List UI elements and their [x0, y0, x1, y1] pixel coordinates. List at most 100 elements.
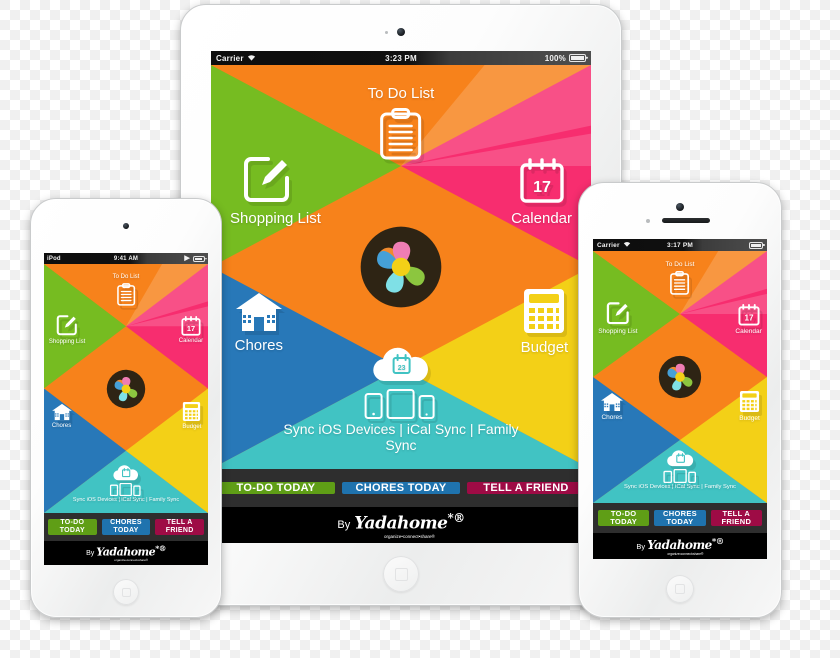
tile-shopping-list[interactable]: Shopping List: [598, 301, 638, 336]
yadahome-pinwheel-logo[interactable]: [658, 355, 702, 399]
status-carrier: Carrier: [597, 241, 620, 249]
iphone-device: Carrier 3:17 PM To Do List Shopping List…: [578, 182, 782, 618]
status-carrier: Carrier: [216, 53, 244, 63]
clipboard-icon: [670, 270, 690, 295]
svg-text:17: 17: [744, 314, 754, 323]
tile-calendar[interactable]: 17 Calendar: [511, 158, 572, 227]
clipboard-icon: [117, 282, 136, 306]
tile-label: Shopping List: [598, 328, 638, 336]
ipod-status-bar: iPod 9:41 AM ▶: [44, 253, 208, 264]
ipod-action-bar: TO-DO TODAY CHORES TODAY TELL A FRIEND: [44, 513, 208, 541]
tell-a-friend-button[interactable]: TELL A FRIEND: [155, 519, 205, 535]
chores-today-button[interactable]: CHORES TODAY: [342, 481, 460, 495]
todo-today-button[interactable]: TO-DO TODAY: [217, 481, 335, 495]
ipod-brand-footer: By Yadahome*® organize•connect•share®: [44, 541, 208, 565]
home-square-icon: [675, 584, 685, 594]
tile-to-do-list[interactable]: To Do List: [112, 273, 140, 306]
home-button[interactable]: [113, 579, 139, 605]
brand-logotype[interactable]: Yadahome*® organize•connect•share®: [96, 544, 166, 563]
calculator-icon: [522, 287, 566, 335]
yadahome-pinwheel-logo[interactable]: [106, 369, 146, 409]
battery-icon: [193, 255, 205, 262]
calendar-icon: 17: [519, 158, 565, 204]
tile-label: Chores: [601, 414, 623, 422]
cloud-sync-icon: 23: [370, 345, 432, 385]
clipboard-icon: [379, 108, 423, 160]
calculator-icon: [182, 401, 201, 422]
tile-chores[interactable]: Chores: [51, 403, 73, 430]
brand-word-text: Yadahome: [96, 545, 156, 559]
battery-icon: [569, 54, 586, 62]
house-icon: [600, 392, 624, 412]
brand-tagline: organize•connect•share®: [384, 533, 435, 539]
home-button[interactable]: [666, 575, 694, 603]
brand-word-text: Yadahome: [647, 538, 712, 552]
devices-icon: [364, 388, 438, 419]
tile-sync[interactable]: Sync iOS Devices | iCal Sync | Family Sy…: [64, 464, 189, 503]
home-square-icon: [394, 567, 408, 581]
front-camera-icon: [676, 203, 684, 211]
iphone-screen: Carrier 3:17 PM To Do List Shopping List…: [593, 239, 767, 559]
iphone-body: Carrier 3:17 PM To Do List Shopping List…: [578, 182, 782, 618]
brand-by-label: By: [636, 541, 646, 551]
tile-shopping-list[interactable]: Shopping List: [49, 314, 85, 346]
brand-by-label: By: [337, 519, 351, 531]
tile-label: Sync iOS Devices | iCal Sync | Family Sy…: [283, 420, 519, 453]
cloud-sync-icon: [112, 464, 140, 482]
iphone-action-bar: TO-DO TODAY CHORES TODAY TELL A FRIEND: [593, 503, 767, 533]
chores-today-button[interactable]: CHORES TODAY: [101, 519, 151, 535]
tile-budget[interactable]: Budget: [739, 390, 760, 422]
house-icon: [51, 403, 73, 421]
yadahome-pinwheel-logo[interactable]: [359, 225, 443, 309]
tell-a-friend-button[interactable]: TELL A FRIEND: [467, 481, 585, 495]
tile-label: Budget: [182, 423, 202, 430]
ipad-body: Carrier 3:23 PM 100% To Do List Shopping…: [180, 4, 622, 606]
brand-word-text: Yadahome: [354, 513, 448, 534]
tile-calendar[interactable]: 17 Calendar: [179, 316, 203, 345]
tile-sync[interactable]: Sync iOS Devices | iCal Sync | Family Sy…: [612, 449, 748, 491]
wifi-icon: [623, 241, 631, 249]
tile-label: Shopping List: [48, 338, 86, 345]
tile-label: To Do List: [112, 273, 140, 280]
brand-star: *®: [711, 536, 724, 546]
brand-star: *®: [447, 511, 465, 526]
ipad-action-bar: TO-DO TODAY CHORES TODAY TELL A FRIEND: [211, 469, 591, 507]
ipod-device: iPod 9:41 AM ▶ To Do List Shopping List …: [30, 198, 222, 618]
ipod-screen: iPod 9:41 AM ▶ To Do List Shopping List …: [44, 253, 208, 565]
iphone-brand-footer: By Yadahome*® organize•connect•share®: [593, 533, 767, 559]
tile-label: To Do List: [665, 261, 695, 269]
ipod-body: iPod 9:41 AM ▶ To Do List Shopping List …: [30, 198, 222, 618]
ipad-brand-footer: By Yadahome*® organize•connect•share®: [211, 507, 591, 543]
ipad-status-bar: Carrier 3:23 PM 100%: [211, 51, 591, 65]
devices-icon: [110, 482, 142, 496]
app-home-stage: To Do List Shopping List 17 Calendar Cho…: [211, 65, 591, 469]
tile-shopping-list[interactable]: Shopping List: [230, 154, 321, 227]
brand-logotype[interactable]: Yadahome*® organize•connect•share®: [354, 511, 465, 539]
iphone-status-bar: Carrier 3:17 PM: [593, 239, 767, 251]
tile-label: Budget: [520, 339, 569, 357]
home-square-icon: [121, 587, 131, 597]
todo-today-button[interactable]: TO-DO TODAY: [48, 519, 97, 535]
tile-calendar[interactable]: 17 Calendar: [735, 303, 762, 335]
compose-note-icon: [56, 314, 78, 336]
tile-budget[interactable]: Budget: [182, 401, 201, 431]
chores-today-button[interactable]: CHORES TODAY: [654, 509, 706, 527]
tile-sync[interactable]: 23 Sync iOS Devices | iCal Sync | Family…: [276, 345, 527, 453]
tile-label: Shopping List: [230, 209, 321, 227]
tile-to-do-list[interactable]: To Do List: [368, 85, 434, 160]
ambient-sensor-dot: [646, 219, 650, 223]
tile-to-do-list[interactable]: To Do List: [665, 261, 695, 295]
calculator-icon: [739, 390, 760, 413]
status-battery-percent: 100%: [544, 53, 566, 63]
front-camera-icon: [397, 28, 405, 36]
brand-logotype[interactable]: Yadahome*® organize•connect•share®: [647, 536, 724, 556]
tile-budget[interactable]: Budget: [520, 287, 569, 357]
tell-a-friend-button[interactable]: TELL A FRIEND: [710, 509, 762, 527]
home-button[interactable]: [383, 556, 419, 592]
brand-by-label: By: [86, 549, 95, 557]
tile-chores[interactable]: Chores: [600, 392, 624, 421]
ipad-device: Carrier 3:23 PM 100% To Do List Shopping…: [180, 4, 622, 606]
play-icon: ▶: [184, 255, 190, 262]
todo-today-button[interactable]: TO-DO TODAY: [598, 509, 650, 527]
svg-text:23: 23: [398, 365, 406, 372]
